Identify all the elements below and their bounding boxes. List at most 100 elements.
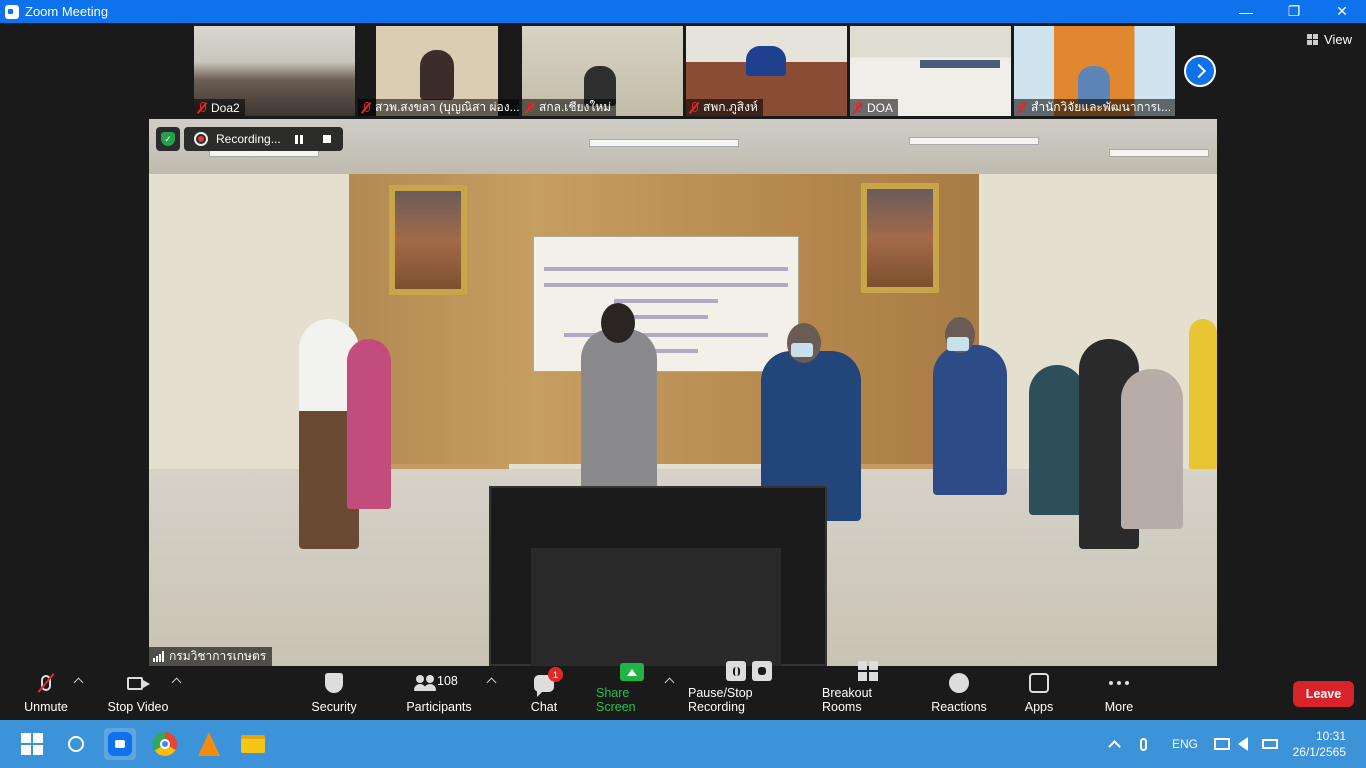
video-scene-person [347,339,391,509]
video-camera-icon [127,676,150,690]
search-icon [68,736,84,752]
next-page-button[interactable] [1184,55,1216,87]
zoom-app-icon [5,4,19,19]
participant-thumbnail[interactable]: DOA [850,26,1011,116]
unmute-button[interactable]: Unmute [20,666,72,720]
recording-box: Recording... [184,127,343,151]
video-scene-portrait [861,183,939,293]
speaker-name-label: กรมวิชาการเกษตร [149,647,273,666]
more-button[interactable]: More [1102,666,1136,720]
pause-stop-icon [726,661,772,681]
pause-stop-recording-button[interactable]: Pause/Stop Recording [688,661,810,720]
participant-thumbnail[interactable]: สกล.เชียงใหม่ [522,26,683,116]
taskbar-chrome[interactable] [149,728,181,760]
participant-thumbnail[interactable]: Doa2 [194,26,355,116]
chrome-icon [153,732,177,756]
search-button[interactable] [60,728,92,760]
network-icon [1214,738,1230,750]
volume-muted-icon [1238,737,1248,751]
mic-muted-icon [853,101,863,114]
video-scene-person [1189,319,1217,469]
grid-view-icon [1307,34,1319,45]
windows-taskbar: ENG 10:31 26/1/2565 [0,720,1366,768]
video-scene-person-head [601,303,635,343]
recording-label: Recording... [216,132,281,146]
participants-options-caret[interactable] [486,677,497,688]
minimize-button[interactable]: — [1222,0,1270,23]
share-screen-button[interactable]: Share Screen [596,663,668,720]
mic-muted-icon [197,101,207,114]
clock-time: 10:31 [1315,729,1346,743]
microphone-tray[interactable] [1140,720,1147,768]
start-button[interactable] [16,728,48,760]
thumbnail-label: สกล.เชียงใหม่ [522,99,617,116]
battery-icon [1262,739,1278,749]
participant-thumbnail[interactable]: สพก.ภูสิงห์ [686,26,847,116]
stop-video-button[interactable]: Stop Video [106,666,170,720]
stop-recording-button[interactable] [317,129,337,149]
window-controls: — ❐ ✕ [1222,0,1366,23]
video-scene-banner [533,236,799,372]
participant-thumbnail-strip: Doa2 สวพ.สงขลา (บุญณิสา ผ่อง... สกล.เชีย… [194,26,1175,116]
video-scene-person [933,345,1007,495]
show-hidden-icons[interactable] [1108,720,1121,768]
close-button[interactable]: ✕ [1318,0,1366,23]
window-title: Zoom Meeting [25,4,109,19]
video-scene-light [1109,149,1209,157]
restore-button[interactable]: ❐ [1270,0,1318,23]
network-tray[interactable] [1214,720,1230,768]
smiley-icon [949,673,969,693]
thumbnail-label: สพก.ภูสิงห์ [686,99,763,116]
language-indicator[interactable]: ENG [1172,720,1198,768]
chat-button[interactable]: 1 Chat [524,666,564,720]
video-scene-person [1029,365,1085,515]
audio-options-caret[interactable] [73,677,84,688]
participant-thumbnail[interactable]: สำนักวิจัยและพัฒนาการเ... [1014,26,1175,116]
pause-recording-button[interactable] [289,129,309,149]
participant-figure [920,60,1000,68]
mic-muted-icon [689,101,699,114]
security-button[interactable]: Security [308,666,360,720]
leave-button[interactable]: Leave [1293,681,1354,707]
security-shield-icon: ✓ [156,127,180,151]
meeting-area: Doa2 สวพ.สงขลา (บุญณิสา ผ่อง... สกล.เชีย… [0,23,1366,666]
taskbar-file-explorer[interactable] [237,728,269,760]
meeting-toolbar: Unmute Stop Video Security 108 Participa… [0,661,1366,720]
chevron-up-icon [1108,740,1121,753]
view-button[interactable]: View [1307,32,1352,47]
battery-tray[interactable] [1262,720,1278,768]
thumbnail-label: DOA [850,99,899,116]
vlc-cone-icon [198,732,220,756]
video-scene-mask [791,343,813,357]
video-options-caret[interactable] [171,677,182,688]
title-bar: Zoom Meeting — ❐ ✕ [0,0,1366,23]
video-scene-mask [947,337,969,351]
thumbnail-label: สำนักวิจัยและพัฒนาการเ... [1014,99,1175,116]
volume-tray[interactable] [1238,720,1248,768]
video-scene-portrait [389,185,467,295]
video-scene-monitor [489,486,827,666]
pause-icon [294,134,303,144]
clock-date: 26/1/2565 [1292,745,1346,759]
taskbar-vlc[interactable] [193,728,225,760]
reactions-button[interactable]: Reactions [930,666,988,720]
participants-count: 108 [437,674,458,688]
folder-icon [241,735,265,753]
participant-figure [746,46,786,76]
video-scene-person [1121,369,1183,529]
participants-button[interactable]: 108 Participants [404,666,474,720]
video-scene-light [909,137,1039,145]
microphone-icon [1140,737,1147,751]
participant-figure [420,50,454,100]
apps-icon [1029,673,1049,693]
mic-muted-icon [1017,101,1027,114]
video-scene-light [589,139,739,147]
participant-thumbnail[interactable]: สวพ.สงขลา (บุญณิสา ผ่อง... [358,26,519,116]
thumbnail-label: สวพ.สงขลา (บุญณิสา ผ่อง... [358,99,519,116]
participants-icon [414,675,438,691]
apps-button[interactable]: Apps [1022,666,1056,720]
taskbar-zoom[interactable] [104,728,136,760]
breakout-rooms-button[interactable]: Breakout Rooms [822,661,914,720]
taskbar-clock[interactable]: 10:31 26/1/2565 [1293,728,1346,760]
main-video[interactable]: ✓ Recording... กรมวิชาการเกษตร [149,119,1217,666]
